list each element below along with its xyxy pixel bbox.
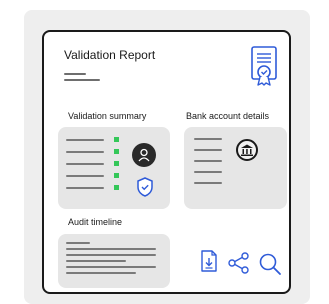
status-indicator bbox=[114, 149, 119, 154]
summary-row-line bbox=[66, 175, 104, 177]
bank-row-line bbox=[194, 138, 222, 140]
bank-row-line bbox=[194, 171, 222, 173]
search-icon[interactable] bbox=[258, 252, 282, 276]
download-document-icon[interactable] bbox=[201, 250, 217, 272]
status-indicator bbox=[114, 185, 119, 190]
validation-summary-label: Validation summary bbox=[68, 111, 147, 121]
title-underline bbox=[64, 79, 100, 81]
status-indicator bbox=[114, 173, 119, 178]
user-icon bbox=[132, 143, 156, 167]
shield-check-icon bbox=[137, 177, 153, 197]
certificate-icon bbox=[251, 46, 277, 86]
status-indicator bbox=[114, 137, 119, 142]
status-indicator bbox=[114, 161, 119, 166]
audit-row-line bbox=[66, 260, 126, 262]
bank-account-details-label: Bank account details bbox=[186, 111, 270, 121]
audit-row-line bbox=[66, 248, 156, 250]
summary-row-line bbox=[66, 163, 104, 165]
audit-row-line bbox=[66, 266, 156, 268]
audit-row-line bbox=[66, 242, 90, 244]
bank-account-details-panel[interactable] bbox=[184, 127, 287, 209]
validation-summary-panel[interactable] bbox=[58, 127, 170, 209]
summary-row-line bbox=[66, 187, 104, 189]
audit-row-line bbox=[66, 254, 156, 256]
bank-row-line bbox=[194, 182, 222, 184]
audit-row-line bbox=[66, 272, 136, 274]
bank-row-line bbox=[194, 160, 222, 162]
summary-row-line bbox=[66, 151, 104, 153]
bank-icon bbox=[236, 139, 258, 161]
validation-report-card: Validation Report Validation summary Ban… bbox=[42, 30, 291, 294]
share-icon[interactable] bbox=[228, 252, 250, 274]
title-underline bbox=[64, 73, 86, 75]
summary-row-line bbox=[66, 139, 104, 141]
audit-timeline-panel[interactable] bbox=[58, 234, 170, 288]
bank-row-line bbox=[194, 149, 222, 151]
report-title: Validation Report bbox=[64, 48, 156, 62]
audit-timeline-label: Audit timeline bbox=[68, 217, 123, 227]
